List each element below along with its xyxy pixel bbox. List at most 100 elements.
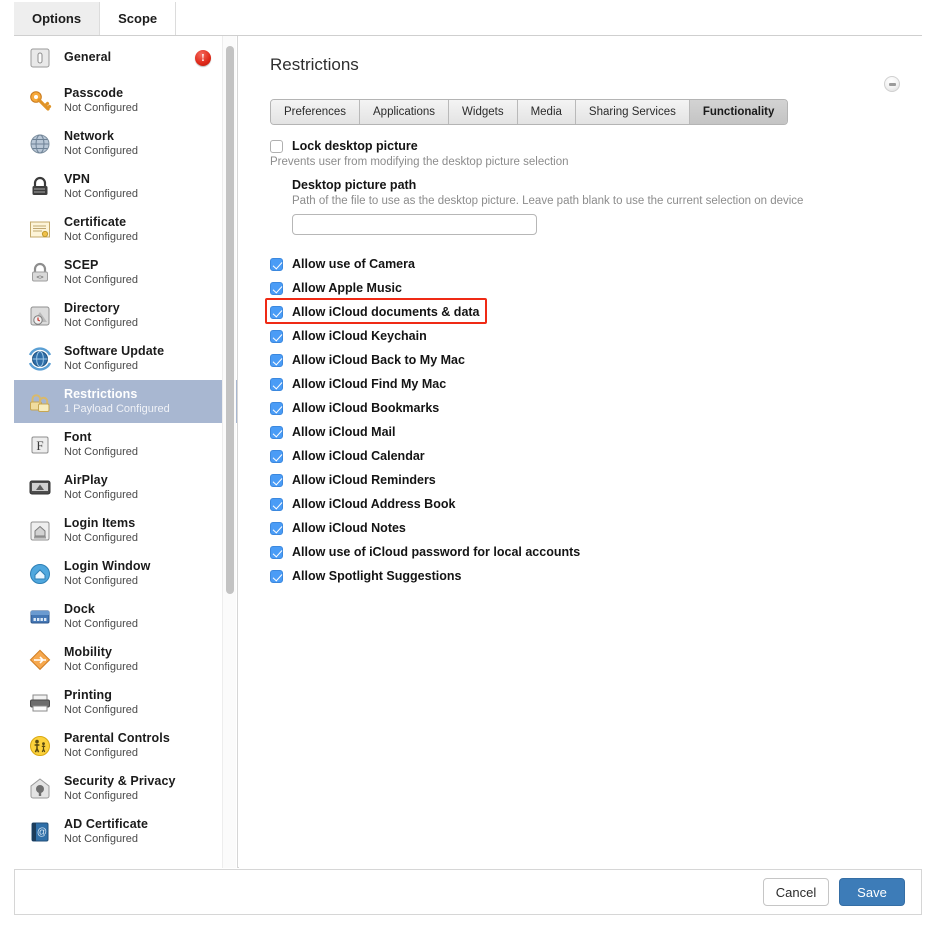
sidebar-item-certificate[interactable]: Certificate Not Configured <box>14 208 237 251</box>
desktop-picture-path-input[interactable] <box>292 214 537 235</box>
sidebar-item-printing[interactable]: Printing Not Configured <box>14 681 237 724</box>
sidebar-item-directory[interactable]: Directory Not Configured <box>14 294 237 337</box>
restriction-row[interactable]: Allow use of iCloud password for local a… <box>270 540 910 564</box>
general-icon <box>26 44 54 72</box>
restriction-row[interactable]: Allow iCloud Mail <box>270 420 910 444</box>
restriction-row[interactable]: Allow iCloud Keychain <box>270 324 910 348</box>
sidebar-item-vpn[interactable]: VPN Not Configured <box>14 165 237 208</box>
dock-icon <box>26 603 54 631</box>
restriction-row[interactable]: Allow iCloud Back to My Mac <box>270 348 910 372</box>
restriction-row[interactable]: Allow Apple Music <box>270 276 910 300</box>
restriction-checkbox[interactable] <box>270 305 283 319</box>
tab-functionality[interactable]: Functionality <box>689 100 788 124</box>
lock-desktop-picture-checkbox[interactable] <box>270 140 283 153</box>
energy-saver-icon <box>26 861 54 869</box>
restriction-row[interactable]: Allow iCloud Find My Mac <box>270 372 910 396</box>
sidebar-item-dock[interactable]: Dock Not Configured <box>14 595 237 638</box>
sidebar-item-parental-controls[interactable]: Parental Controls Not Configured <box>14 724 237 767</box>
restriction-checkbox[interactable] <box>270 425 283 439</box>
passcode-key-icon <box>26 87 54 115</box>
sidebar-item-passcode[interactable]: Passcode Not Configured <box>14 79 237 122</box>
tab-sharing-services[interactable]: Sharing Services <box>575 100 690 124</box>
restriction-checkbox[interactable] <box>270 377 283 391</box>
directory-icon <box>26 302 54 330</box>
sidebar-item-login-items[interactable]: Login Items Not Configured <box>14 509 237 552</box>
restriction-checkbox[interactable] <box>270 569 283 583</box>
sidebar-item-subtitle: Not Configured <box>64 531 138 544</box>
sidebar-item-mobility[interactable]: Mobility Not Configured <box>14 638 237 681</box>
sidebar-item-security-privacy[interactable]: Security & Privacy Not Configured <box>14 767 237 810</box>
restriction-row[interactable]: Allow iCloud Bookmarks <box>270 396 910 420</box>
sidebar-item-subtitle: Not Configured <box>64 703 138 716</box>
sidebar-item-scep[interactable]: <> SCEP Not Configured <box>14 251 237 294</box>
functionality-form: Lock desktop picture Prevents user from … <box>265 139 910 588</box>
restriction-checkbox[interactable] <box>270 449 283 463</box>
sidebar-item-general[interactable]: General! <box>14 36 237 79</box>
sidebar-item-title: Parental Controls <box>64 731 170 746</box>
restriction-checkbox[interactable] <box>270 329 283 343</box>
sidebar-item-software-update[interactable]: Software Update Not Configured <box>14 337 237 380</box>
restriction-checkbox[interactable] <box>270 497 283 511</box>
network-globe-icon <box>26 130 54 158</box>
restriction-label: Allow iCloud documents & data <box>292 305 480 319</box>
sidebar-item-subtitle: Not Configured <box>64 273 138 286</box>
restriction-label: Allow Apple Music <box>292 281 402 295</box>
sidebar-item-airplay[interactable]: AirPlay Not Configured <box>14 466 237 509</box>
sidebar-item-title: Mobility <box>64 645 113 660</box>
lock-desktop-picture-row[interactable]: Lock desktop picture <box>270 139 910 153</box>
restriction-row[interactable]: Allow iCloud Calendar <box>270 444 910 468</box>
sidebar-item-energy-saver[interactable]: Energy Saver <box>14 853 237 869</box>
svg-text:@: @ <box>37 827 47 838</box>
sidebar-item-font[interactable]: F Font Not Configured <box>14 423 237 466</box>
sidebar-item-title: SCEP <box>64 258 99 273</box>
desktop-picture-path-help: Path of the file to use as the desktop p… <box>292 195 804 207</box>
scep-lock-icon: <> <box>26 259 54 287</box>
restriction-row[interactable]: Allow iCloud Notes <box>270 516 910 540</box>
sidebar-item-subtitle: 1 Payload Configured <box>64 402 170 415</box>
tab-applications[interactable]: Applications <box>360 100 450 124</box>
sidebar-item-restrictions[interactable]: Restrictions 1 Payload Configured <box>14 380 237 423</box>
save-button[interactable]: Save <box>839 878 905 906</box>
window-tab-options[interactable]: Options <box>14 2 101 35</box>
restriction-checkbox[interactable] <box>270 353 283 367</box>
font-icon: F <box>26 431 54 459</box>
restriction-checkbox[interactable] <box>270 401 283 415</box>
restriction-label: Allow iCloud Keychain <box>292 329 427 343</box>
restriction-row[interactable]: Allow iCloud Reminders <box>270 468 910 492</box>
restriction-checkbox[interactable] <box>270 521 283 535</box>
window-tabbar: Options Scope <box>14 2 922 36</box>
restriction-label: Allow iCloud Calendar <box>292 449 425 463</box>
restriction-checkbox[interactable] <box>270 473 283 487</box>
restriction-checkbox[interactable] <box>270 257 283 271</box>
restrictions-locks-icon <box>26 388 54 416</box>
page-title: Restrictions <box>270 55 359 74</box>
cancel-button[interactable]: Cancel <box>763 878 829 906</box>
sidebar-item-network[interactable]: Network Not Configured <box>14 122 237 165</box>
restriction-row[interactable]: Allow Spotlight Suggestions <box>270 564 910 588</box>
tab-widgets[interactable]: Widgets <box>449 100 518 124</box>
sidebar-item-login-window[interactable]: Login Window Not Configured <box>14 552 237 595</box>
restriction-label: Allow iCloud Notes <box>292 521 406 535</box>
restriction-checkbox[interactable] <box>270 545 283 559</box>
window-tab-scope[interactable]: Scope <box>100 2 177 35</box>
sidebar-item-subtitle: Not Configured <box>64 101 138 114</box>
sidebar-item-subtitle: Not Configured <box>64 789 138 802</box>
restriction-checkbox-list: Allow use of Camera Allow Apple Music Allo… <box>265 252 910 588</box>
dialog-footer: Cancel Save <box>14 869 922 915</box>
sidebar-item-title: Energy Saver <box>64 867 145 868</box>
software-update-icon <box>26 345 54 373</box>
tab-media[interactable]: Media <box>517 100 576 124</box>
restriction-row[interactable]: Allow iCloud Address Book <box>270 492 910 516</box>
restriction-label: Allow iCloud Mail <box>292 425 396 439</box>
desktop-picture-path-block: Desktop picture path Path of the file to… <box>292 178 910 235</box>
svg-text:F: F <box>36 438 43 453</box>
sidebar-item-subtitle: Not Configured <box>64 187 138 200</box>
restriction-checkbox[interactable] <box>270 281 283 295</box>
sidebar-item-ad-certificate[interactable]: @ AD Certificate Not Configured <box>14 810 237 853</box>
tab-preferences[interactable]: Preferences <box>271 100 361 124</box>
sidebar-scrollbar-thumb[interactable] <box>226 46 234 594</box>
minus-circle-icon[interactable] <box>884 76 900 92</box>
restriction-row[interactable]: Allow iCloud documents & data <box>265 298 910 324</box>
sidebar-scrollbar-track[interactable] <box>222 36 236 868</box>
restriction-row[interactable]: Allow use of Camera <box>270 252 910 276</box>
